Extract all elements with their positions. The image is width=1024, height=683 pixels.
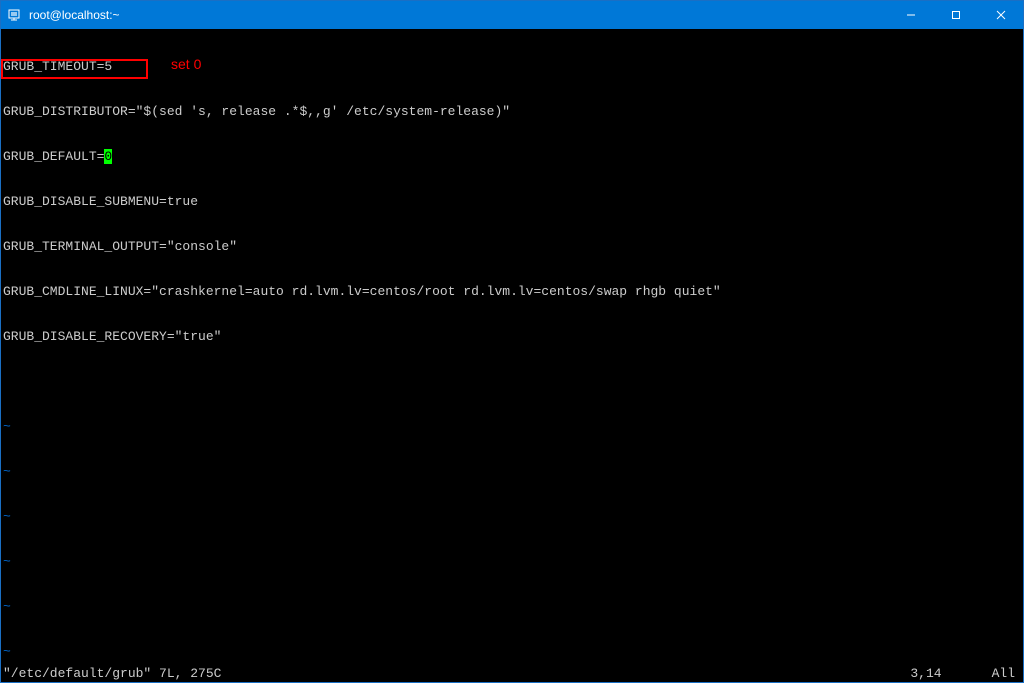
window-titlebar[interactable]: root@localhost:~ — [1, 1, 1023, 29]
text-line: GRUB_CMDLINE_LINUX="crashkernel=auto rd.… — [3, 284, 1021, 299]
status-scroll-position: All — [992, 666, 1015, 681]
status-cursor-position: 3,14 — [910, 666, 941, 681]
cursor: 0 — [104, 149, 112, 164]
text-line: GRUB_TERMINAL_OUTPUT="console" — [3, 239, 1021, 254]
vim-tilde: ~ — [3, 599, 1021, 614]
empty-line — [3, 374, 1021, 389]
window-controls — [888, 1, 1023, 29]
terminal-content: GRUB_TIMEOUT=5 GRUB_DISTRIBUTOR="$(sed '… — [1, 29, 1023, 682]
terminal-area[interactable]: GRUB_TIMEOUT=5 GRUB_DISTRIBUTOR="$(sed '… — [1, 29, 1023, 682]
vim-tilde: ~ — [3, 464, 1021, 479]
putty-window: root@localhost:~ GRUB_TIMEOUT=5 GRUB_DIS… — [0, 0, 1024, 683]
text-line: GRUB_DEFAULT=0 — [3, 149, 1021, 164]
close-button[interactable] — [978, 1, 1023, 29]
text-line: GRUB_TIMEOUT=5 — [3, 59, 1021, 74]
text-line: GRUB_DISABLE_SUBMENU=true — [3, 194, 1021, 209]
text-line: GRUB_DISABLE_RECOVERY="true" — [3, 329, 1021, 344]
window-title: root@localhost:~ — [29, 8, 120, 22]
putty-icon — [7, 7, 23, 23]
text-segment: GRUB_DEFAULT= — [3, 149, 104, 164]
minimize-button[interactable] — [888, 1, 933, 29]
vim-tilde: ~ — [3, 554, 1021, 569]
vim-status-line: "/etc/default/grub" 7L, 275C 3,14 All — [3, 666, 1021, 681]
status-file-info: "/etc/default/grub" 7L, 275C — [3, 666, 221, 681]
text-line: GRUB_DISTRIBUTOR="$(sed 's, release .*$,… — [3, 104, 1021, 119]
maximize-button[interactable] — [933, 1, 978, 29]
vim-tilde: ~ — [3, 644, 1021, 659]
vim-tilde: ~ — [3, 419, 1021, 434]
vim-tilde: ~ — [3, 509, 1021, 524]
